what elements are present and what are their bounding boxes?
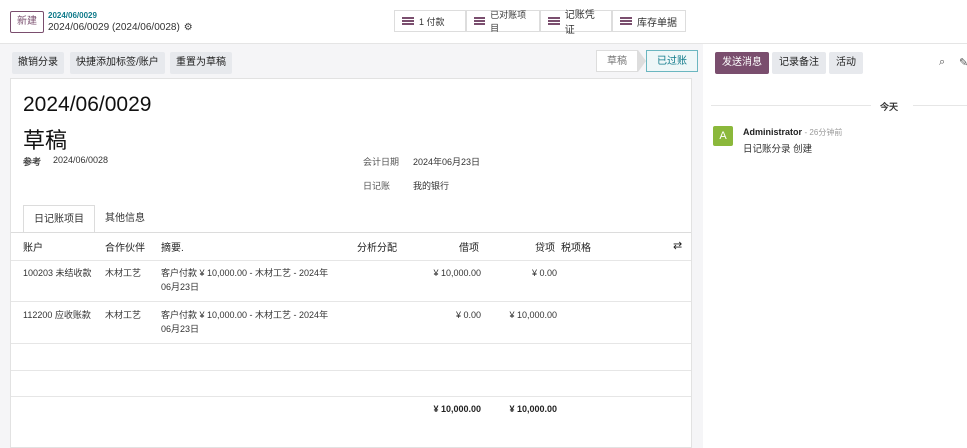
form-sheet: 2024/06/0029 草稿 参考 2024/06/0028 会计日期 202…: [10, 78, 692, 448]
list-icon: [474, 17, 486, 25]
journal-value[interactable]: 我的银行: [413, 179, 449, 192]
header-analytic[interactable]: 分析分配: [357, 239, 397, 254]
date-value[interactable]: 2024年06月23日: [413, 155, 480, 168]
cell-label-cont: 06月23日: [161, 324, 200, 334]
cell-account: 100203 未结收款: [23, 268, 92, 278]
breadcrumb-current: 2024/06/0029 (2024/06/0028): [48, 22, 180, 33]
record-name: 2024/06/0029: [23, 93, 152, 116]
smart-button-journal-entries[interactable]: 记账凭证: [540, 10, 612, 36]
message-author: Administrator - 26分钟前: [743, 127, 842, 138]
search-icon[interactable]: ⌕: [939, 56, 945, 69]
list-icon: [402, 17, 414, 25]
record-state: 草稿: [23, 128, 68, 153]
reverse-entry-button[interactable]: 撤销分录: [12, 52, 64, 74]
reset-to-draft-button[interactable]: 重置为草稿: [170, 52, 232, 74]
tab-divider: [11, 232, 691, 233]
status-chevron: [638, 50, 646, 72]
chatter: 发送消息 记录备注 活动 ⌕ ✎ 今天 A Administrator - 26…: [703, 44, 967, 448]
form-area: 撤销分录 快捷添加标签/账户 重置为草稿 草稿 已过账 2024/06/0029…: [0, 44, 702, 448]
status-draft[interactable]: 草稿: [596, 50, 638, 72]
row-divider: [11, 260, 691, 261]
tab-other-info[interactable]: 其他信息: [95, 205, 155, 233]
breadcrumb-parent[interactable]: 2024/06/0029: [48, 10, 193, 22]
header-tax[interactable]: 税项格: [561, 239, 591, 254]
paperclip-icon[interactable]: ✎: [959, 56, 967, 69]
cell-label-cont: 06月23日: [161, 282, 200, 292]
ref-value[interactable]: 2024/06/0028: [53, 155, 108, 165]
cell-debit: ¥ 10,000.00: [433, 268, 481, 278]
activity-button[interactable]: 活动: [829, 52, 863, 74]
smart-button-label: 已对账项目: [490, 10, 527, 33]
message-time: - 26分钟前: [804, 128, 843, 137]
header-partner[interactable]: 合作伙伴: [105, 239, 145, 254]
row-divider: [11, 370, 691, 371]
total-debit: ¥ 10,000.00: [433, 404, 481, 414]
total-credit: ¥ 10,000.00: [509, 404, 557, 414]
smart-button-payments[interactable]: 1 付款: [394, 10, 466, 32]
send-message-button[interactable]: 发送消息: [715, 52, 769, 74]
author-name[interactable]: Administrator: [743, 127, 802, 137]
avatar[interactable]: A: [713, 126, 733, 146]
row-divider: [11, 343, 691, 344]
date-label: 会计日期: [363, 157, 400, 167]
list-icon: [620, 17, 632, 25]
row-divider: [11, 301, 691, 302]
status-bar: 草稿 已过账: [596, 50, 698, 72]
cell-partner: 木材工艺: [105, 268, 142, 278]
list-icon: [548, 17, 560, 25]
breadcrumb: 2024/06/0029 2024/06/0029 (2024/06/0028)…: [48, 10, 193, 34]
journal-label: 日记账: [363, 181, 391, 191]
cell-partner: 木材工艺: [105, 310, 142, 320]
ref-label: 参考: [23, 157, 42, 167]
smart-button-label: 1 付款: [419, 16, 445, 27]
header-account[interactable]: 账户: [23, 239, 43, 254]
cell-credit: ¥ 0.00: [531, 268, 557, 278]
smart-button-reconciled[interactable]: 已对账项目: [466, 10, 540, 33]
control-panel-top: 新建 2024/06/0029 2024/06/0029 (2024/06/00…: [0, 0, 967, 44]
status-posted[interactable]: 已过账: [646, 50, 698, 72]
cell-debit: ¥ 0.00: [455, 310, 481, 320]
cell-label: 客户付款 ¥ 10,000.00 - 木材工艺 - 2024年: [161, 310, 329, 320]
smart-button-label: 库存单据: [637, 17, 677, 29]
date-divider: [711, 105, 871, 106]
cell-credit: ¥ 10,000.00: [509, 310, 557, 320]
header-debit[interactable]: 借项: [459, 239, 479, 254]
smart-button-label: 记账凭证: [564, 10, 595, 36]
quick-add-tags-button[interactable]: 快捷添加标签/账户: [70, 52, 165, 74]
tab-journal-items[interactable]: 日记账项目: [23, 205, 95, 233]
smart-button-stock-pickings[interactable]: 库存单据: [612, 10, 686, 32]
notebook-tabs: 日记账项目 其他信息: [23, 205, 155, 233]
new-button[interactable]: 新建: [10, 11, 44, 33]
cell-account: 112200 应收账款: [23, 310, 91, 320]
header-credit[interactable]: 贷项: [535, 239, 555, 254]
column-settings-icon[interactable]: ⇄: [673, 239, 682, 252]
message-body: 日记账分录 创建: [743, 144, 813, 155]
gear-icon[interactable]: ⚙: [184, 22, 193, 34]
cell-label: 客户付款 ¥ 10,000.00 - 木材工艺 - 2024年: [161, 268, 329, 278]
row-divider: [11, 396, 691, 397]
date-separator: 今天: [880, 102, 899, 112]
date-divider: [913, 105, 967, 106]
header-label[interactable]: 摘要.: [161, 239, 184, 254]
log-note-button[interactable]: 记录备注: [772, 52, 826, 74]
